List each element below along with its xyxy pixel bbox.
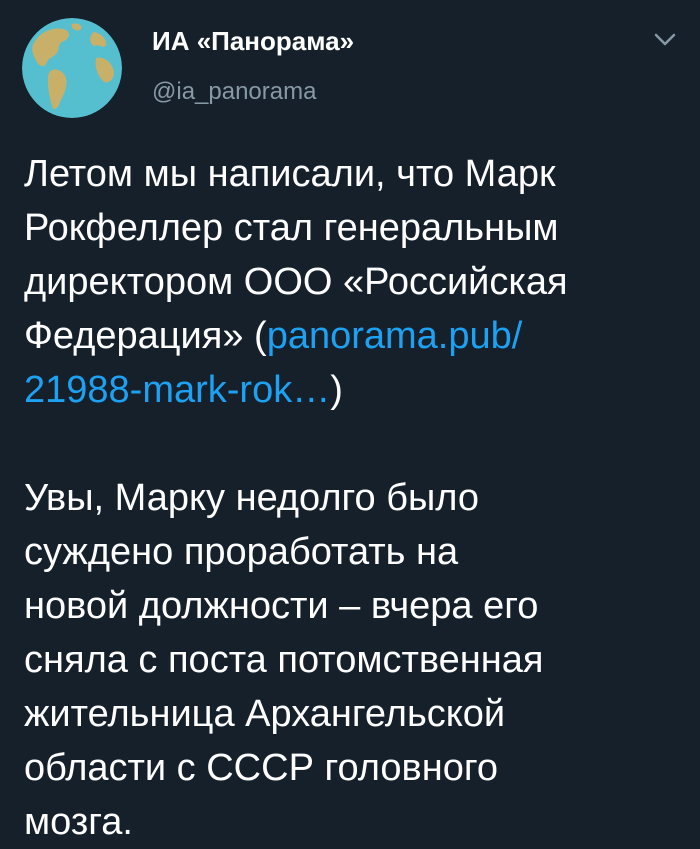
tweet-line: области с СССР головного	[24, 747, 498, 789]
chevron-down-icon[interactable]	[650, 28, 680, 52]
tweet-line: Рокфеллер стал генеральным	[24, 207, 559, 249]
tweet-text-fragment: )	[330, 369, 343, 411]
tweet-line: Увы, Марку недолго было	[24, 477, 480, 519]
tweet-line: суждено проработать на	[24, 531, 459, 573]
tweet-line: Летом мы написали, что Марк	[24, 153, 556, 195]
tweet[interactable]: ИА «Панорама» @ia_panorama Летом мы напи…	[0, 0, 700, 847]
tweet-text: Летом мы написали, что Марк Рокфеллер ст…	[24, 147, 684, 849]
tweet-text-fragment: Федерация» (	[24, 315, 267, 357]
display-name[interactable]: ИА «Панорама»	[152, 26, 354, 57]
article-link-continued[interactable]: 21988-mark-rok…	[24, 369, 330, 411]
tweet-line: новой должности – вчера его	[24, 585, 539, 627]
tweet-line: директором ООО «Российская	[24, 261, 568, 303]
article-link[interactable]: panorama.pub/	[267, 315, 523, 357]
user-handle[interactable]: @ia_panorama	[152, 78, 316, 106]
tweet-line: 21988-mark-rok…)	[24, 363, 684, 417]
tweet-line: сняла с поста потомственная	[24, 639, 544, 681]
tweet-line: жительница Архангельской	[24, 693, 506, 735]
tweet-line: мозга.	[24, 801, 133, 843]
globe-icon	[22, 18, 122, 118]
tweet-line: Федерация» (panorama.pub/	[24, 309, 684, 363]
avatar[interactable]	[22, 18, 122, 118]
